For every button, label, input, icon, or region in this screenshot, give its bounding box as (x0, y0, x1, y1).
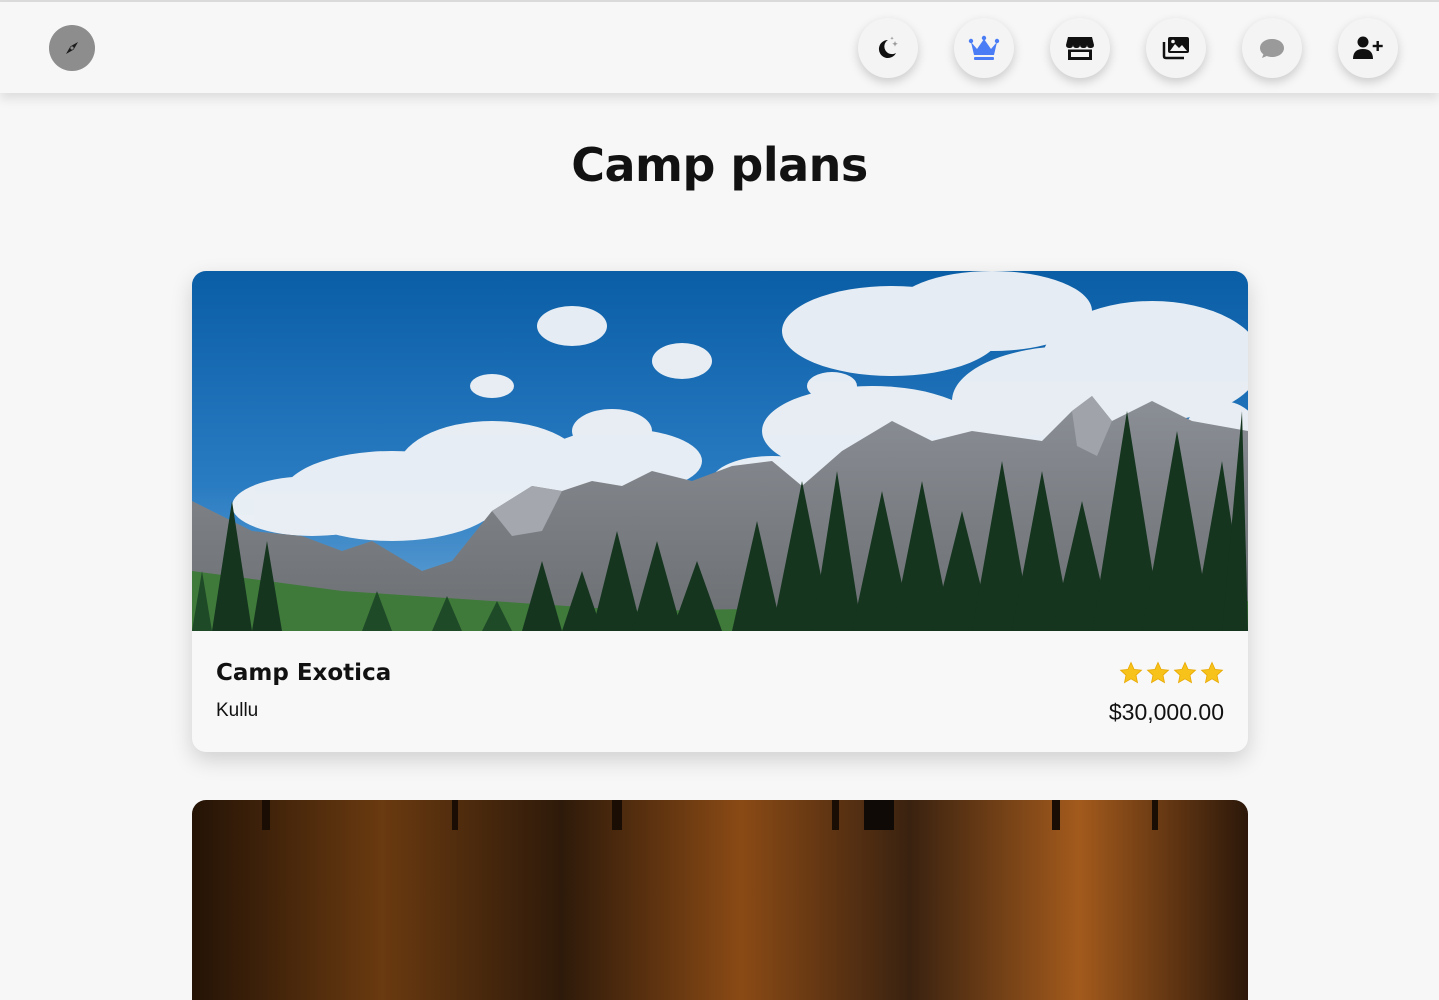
camp-card[interactable] (192, 800, 1248, 1000)
star-icon (1173, 661, 1197, 684)
theme-toggle-button[interactable] (858, 18, 918, 78)
camp-name: Camp Exotica (216, 660, 392, 686)
star-icon (1146, 661, 1170, 684)
store-button[interactable] (1050, 18, 1110, 78)
comment-icon (1260, 39, 1284, 58)
navbar (0, 2, 1439, 93)
images-icon (1162, 37, 1189, 60)
camp-photo (262, 800, 1158, 830)
star-rating (1119, 661, 1224, 685)
star-icon (1200, 661, 1224, 684)
camp-location: Kullu (216, 700, 259, 721)
page-title: Camp plans (571, 138, 868, 192)
moon-stars-icon (878, 36, 898, 58)
gallery-button[interactable] (1146, 18, 1206, 78)
store-icon (1066, 37, 1094, 60)
camp-card[interactable]: Camp Exotica Kullu $30,000.00 (192, 271, 1248, 752)
chat-button[interactable] (1242, 18, 1302, 78)
star-icon (1119, 661, 1143, 684)
camp-photo (192, 271, 1248, 631)
user-plus-icon (1353, 36, 1383, 59)
compass-icon[interactable] (49, 25, 95, 71)
crown-icon (968, 35, 1000, 60)
camp-price: $30,000.00 (1108, 699, 1224, 725)
add-user-button[interactable] (1338, 18, 1398, 78)
premium-button[interactable] (954, 18, 1014, 78)
